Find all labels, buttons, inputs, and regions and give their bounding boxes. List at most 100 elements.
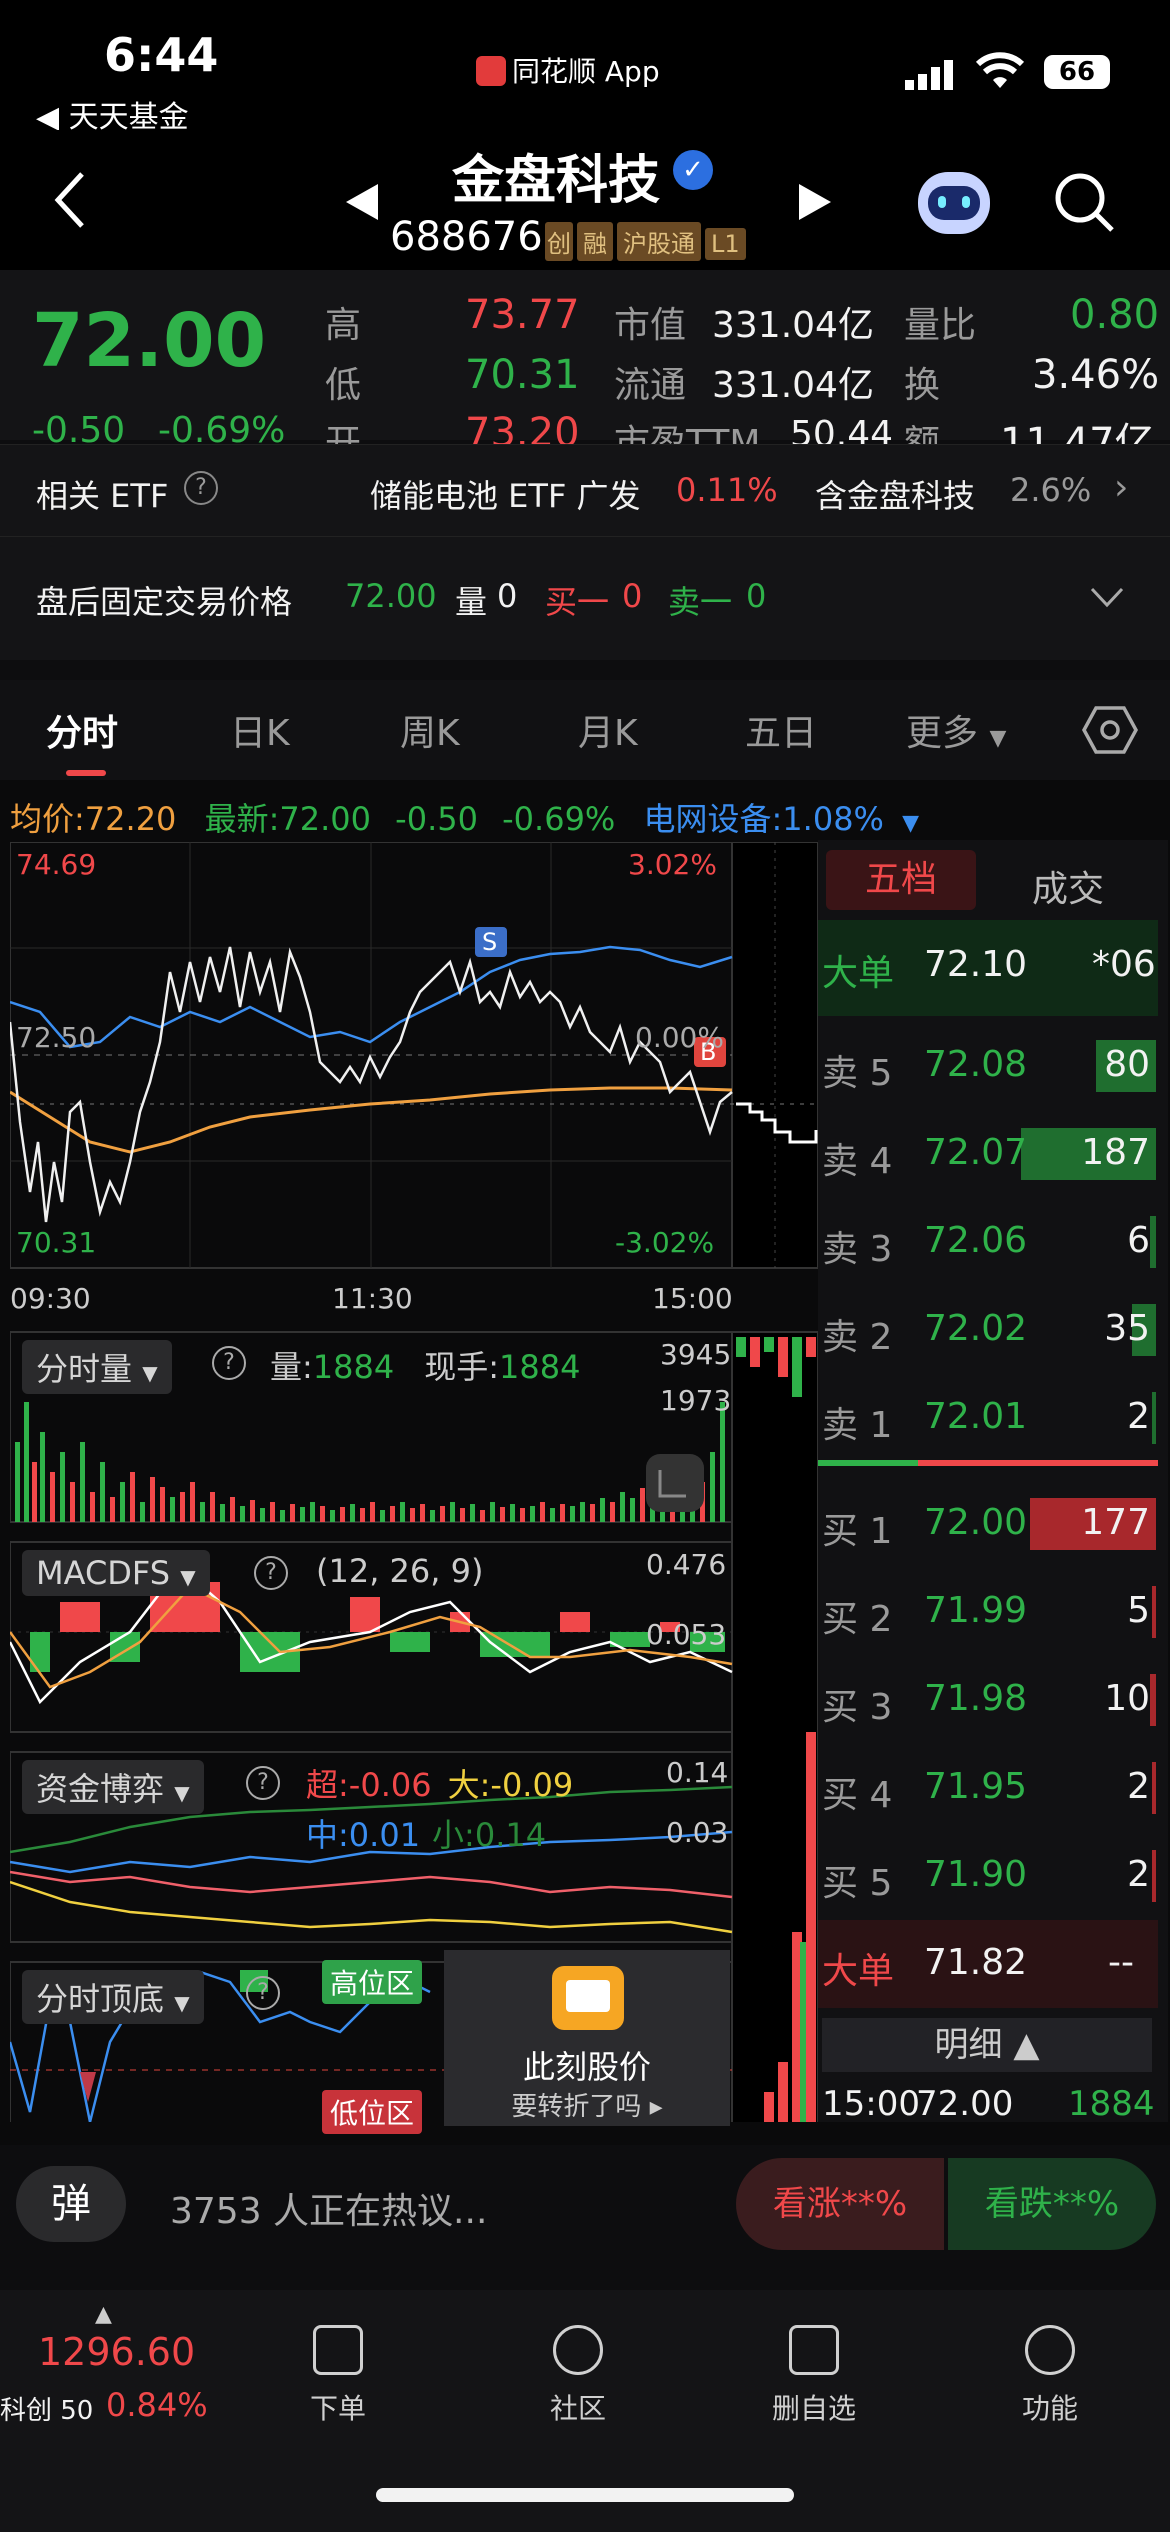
ask-price[interactable]: 72.08 (924, 1044, 1027, 1085)
stock-tags: 创融沪股通 L1 (545, 222, 750, 261)
help-icon[interactable]: ? (212, 1346, 246, 1380)
nav-order[interactable]: 下单 (278, 2325, 398, 2427)
chart-period-tabs: 分时 日K 周K 月K 五日 更多 ▼ (0, 680, 1170, 780)
index-value[interactable]: 1296.60 (38, 2330, 195, 2374)
after-hours-vol-label: 量 (455, 583, 488, 621)
tab-intraday[interactable]: 分时 (46, 704, 118, 756)
ask-label: 卖 2 (822, 1317, 893, 1358)
tab-five-level[interactable]: 五档 (826, 850, 976, 910)
tab-weekly-k[interactable]: 周K (400, 704, 460, 756)
macd-panel-selector[interactable]: MACDFS ▼ (22, 1550, 210, 1596)
danmaku-toggle[interactable]: 弹 (16, 2166, 126, 2242)
fund-readout-2: 中:0.01 小:0.14 (306, 1816, 547, 1854)
bid-label: 买 5 (822, 1863, 893, 1904)
ask-row: 卖 2 72.02 35 (818, 1286, 1158, 1374)
svg-text:S: S (482, 928, 497, 956)
mid-price-label: 72.50 (16, 1021, 96, 1054)
order-doc-icon (313, 2325, 363, 2375)
bid-price[interactable]: 71.99 (924, 1590, 1027, 1631)
tag-level: L1 (705, 228, 746, 260)
current-price: 72.00 (32, 298, 267, 384)
ask-price[interactable]: 72.01 (924, 1396, 1027, 1437)
bullish-vote-button[interactable]: 看涨**% (736, 2158, 944, 2250)
bid-price[interactable]: 71.95 (924, 1766, 1027, 1807)
discussion-count[interactable]: 3753 人正在热议... (170, 2182, 487, 2234)
sector-dropdown-icon[interactable]: ▼ (902, 811, 919, 836)
nav-remove-watchlist[interactable]: 删自选 (754, 2325, 874, 2427)
after-hours-buy1: 0 (622, 577, 643, 615)
wifi-icon (975, 52, 1025, 88)
nav-functions[interactable]: 功能 (990, 2325, 1110, 2427)
vol-ratio-value: 0.80 (1070, 292, 1160, 338)
ask-price[interactable]: 72.06 (924, 1220, 1027, 1261)
clock: 6:44 (104, 28, 219, 82)
mktcap-label: 市值 (614, 305, 687, 346)
tab-monthly-k[interactable]: 月K (578, 704, 638, 756)
float-value: 331.04亿 (712, 365, 874, 406)
ask-label: 卖 1 (822, 1405, 893, 1446)
tab-daily-k[interactable]: 日K (230, 704, 290, 756)
next-stock-icon[interactable] (795, 182, 835, 222)
fullscreen-icon (646, 1454, 704, 1512)
bid-label: 买 2 (822, 1599, 893, 1640)
info-line: 均价:72.20 最新:72.00 -0.50 -0.69% 电网设备:1.08… (10, 800, 920, 838)
bid-volume: 177 (1081, 1502, 1150, 1543)
bid-price[interactable]: 72.00 (924, 1502, 1027, 1543)
volume-max-label: 3945 (660, 1338, 731, 1371)
tab-trades[interactable]: 成交 (1032, 860, 1104, 912)
macd-mid-label: 0.053 (646, 1618, 726, 1651)
nav-community[interactable]: 社区 (518, 2325, 638, 2427)
index-name: 科创 50 (0, 2396, 94, 2426)
app-indicator: 同花顺 App (476, 50, 660, 90)
high-value: 73.77 (465, 292, 580, 338)
volume-bars (15, 1402, 725, 1522)
help-icon[interactable]: ? (246, 1976, 280, 2010)
detail-toggle[interactable]: 明细 ▲ (822, 2018, 1152, 2072)
turning-point-promo[interactable]: 此刻股价 要转折了吗 ▸ (444, 1950, 730, 2126)
etf-name: 储能电池 ETF 广发 (370, 477, 641, 515)
ask-price[interactable]: 72.07 (924, 1132, 1027, 1173)
after-hours-sell1: 0 (746, 577, 767, 615)
fund-panel-selector[interactable]: 资金博弈 ▼ (22, 1760, 204, 1814)
vol-ratio-label: 量比 (904, 305, 977, 346)
top-bottom-panel-selector[interactable]: 分时顶底 ▼ (22, 1970, 204, 2024)
verified-icon: ✓ (673, 150, 713, 190)
related-etf-row[interactable]: 相关 ETF ? 储能电池 ETF 广发 0.11% 含金盘科技 2.6% › (0, 444, 1170, 536)
tag-connect: 沪股通 (617, 222, 701, 261)
tab-more[interactable]: 更多 ▼ (906, 704, 1006, 756)
discussion-bar: 弹 3753 人正在热议... 看涨**% 看跌**% (0, 2150, 1170, 2270)
sector-link[interactable]: 电网设备: (644, 800, 783, 838)
search-icon[interactable] (1052, 170, 1118, 236)
bid-row: 买 5 71.90 2 (818, 1832, 1158, 1920)
help-icon[interactable]: ? (254, 1556, 288, 1590)
back-arrow-icon[interactable] (50, 170, 90, 230)
tab-five-day[interactable]: 五日 (745, 704, 817, 756)
remove-watchlist-icon (789, 2325, 839, 2375)
robot-assistant-icon[interactable] (918, 172, 990, 234)
after-hours-row[interactable]: 盘后固定交易价格 72.00 量 0 买一 0 卖一 0 (0, 536, 1170, 660)
prev-stock-icon[interactable] (342, 182, 382, 222)
ask-price[interactable]: 72.02 (924, 1308, 1027, 1349)
ask-row: 卖 3 72.06 6 (818, 1198, 1158, 1286)
intraday-chart-svg[interactable]: S B 74.69 3.02% 72.50 0.00% 70.31 -3.02%… (10, 842, 820, 2122)
help-icon[interactable]: ? (184, 471, 218, 505)
bid-label: 买 3 (822, 1687, 893, 1728)
settings-hexagon-icon[interactable] (1082, 704, 1138, 756)
bid-price[interactable]: 71.90 (924, 1854, 1027, 1895)
help-icon[interactable]: ? (246, 1766, 280, 1800)
ask-label: 卖 4 (822, 1141, 893, 1182)
holding-label: 含金盘科技 (815, 477, 976, 515)
chevron-down-icon[interactable] (1090, 587, 1124, 609)
ask-volume: 2 (1127, 1396, 1150, 1437)
bearish-vote-button[interactable]: 看跌**% (948, 2158, 1156, 2250)
after-hours-sell1-label: 卖一 (668, 583, 733, 621)
high-label: 高 (325, 305, 362, 346)
bid-depth-bar (1152, 1586, 1156, 1638)
chart-area: 均价:72.20 最新:72.00 -0.50 -0.69% 电网设备:1.08… (0, 780, 1170, 2145)
ask-depth-bar (1152, 1392, 1156, 1444)
ask-volume: 35 (1104, 1308, 1150, 1349)
volume-panel-selector[interactable]: 分时量 ▼ (22, 1340, 172, 1394)
bid-depth-bar (1152, 1850, 1156, 1902)
bid-price[interactable]: 71.98 (924, 1678, 1027, 1719)
bid-row: 买 1 72.00 177 (818, 1480, 1158, 1568)
